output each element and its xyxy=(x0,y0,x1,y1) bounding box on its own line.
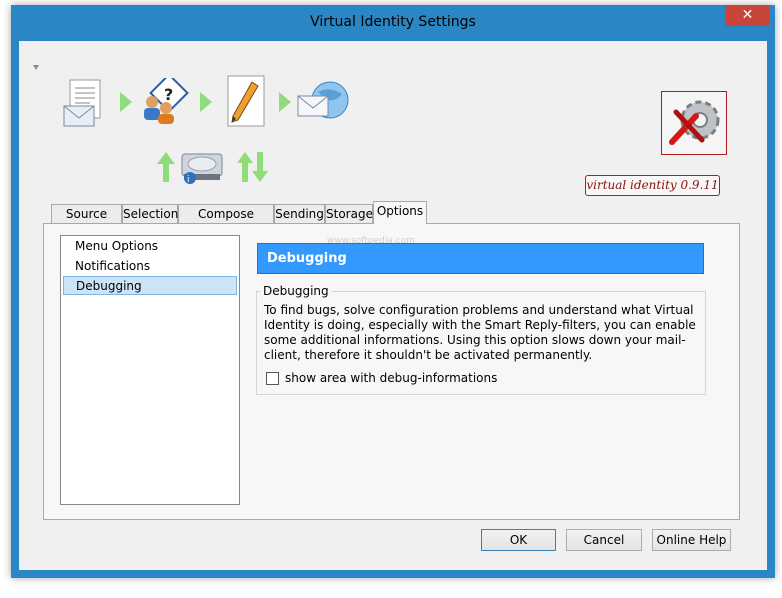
list-item-debugging[interactable]: Debugging xyxy=(63,276,237,295)
settings-gear-icon xyxy=(669,100,720,145)
sync-arrows-icon xyxy=(237,152,268,182)
title-bar[interactable]: Virtual Identity Settings ✕ xyxy=(11,5,775,41)
up-arrow-icon xyxy=(157,152,175,182)
window-title: Virtual Identity Settings xyxy=(310,14,476,30)
svg-text:?: ? xyxy=(164,85,173,104)
tab-selection[interactable]: Selection xyxy=(122,204,178,223)
options-category-list[interactable]: Menu Options Notifications Debugging xyxy=(60,235,240,505)
tab-compose-dialog[interactable]: Compose Dialog xyxy=(178,204,274,240)
debug-description: To find bugs, solve configuration proble… xyxy=(264,303,696,362)
flow-arrow-icon xyxy=(120,92,132,112)
flow-arrow-icon xyxy=(200,92,212,112)
svg-text:i: i xyxy=(187,175,190,185)
online-help-button[interactable]: Online Help xyxy=(652,529,731,551)
list-item-notifications[interactable]: Notifications xyxy=(63,257,237,276)
group-title: Debugging xyxy=(260,284,332,298)
tab-sending[interactable]: Sending xyxy=(274,204,325,223)
close-button[interactable]: ✕ xyxy=(725,5,770,26)
source-mail-icon xyxy=(63,79,101,127)
cancel-button[interactable]: Cancel xyxy=(566,529,642,551)
tab-source-mail[interactable]: Source Mail xyxy=(51,204,122,240)
dropdown-marker-icon[interactable] xyxy=(33,65,39,70)
debug-checkbox-label[interactable]: show area with debug-informations xyxy=(285,371,497,385)
list-item-menu-options[interactable]: Menu Options xyxy=(63,237,237,256)
identity-selection-icon: ? xyxy=(144,78,189,124)
flow-arrow-icon xyxy=(279,92,291,112)
tab-options[interactable]: Options xyxy=(373,201,427,224)
tab-storage[interactable]: Storage xyxy=(325,204,373,223)
sending-icon xyxy=(297,81,349,119)
brand-logo xyxy=(661,91,727,155)
ok-button[interactable]: OK xyxy=(481,529,556,551)
storage-icon: i xyxy=(181,153,223,185)
version-label: virtual identity 0.9.11 xyxy=(585,175,720,196)
section-header: Debugging xyxy=(257,243,704,274)
compose-icon xyxy=(227,75,265,127)
debug-checkbox[interactable] xyxy=(266,372,279,385)
